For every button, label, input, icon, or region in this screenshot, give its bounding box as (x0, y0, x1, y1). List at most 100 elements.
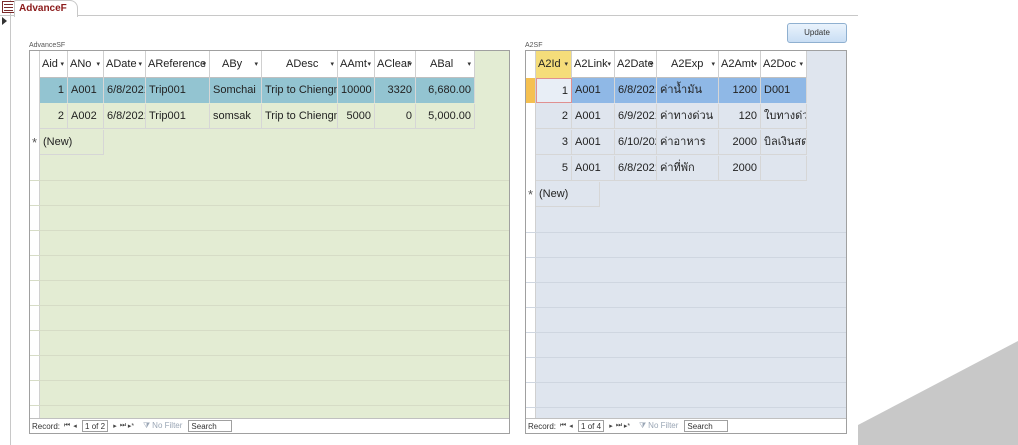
chevron-down-icon[interactable]: ▾ (330, 51, 334, 78)
cell-a2id[interactable]: 5 (536, 156, 572, 181)
cell-a2id[interactable]: 3 (536, 130, 572, 155)
update-button[interactable]: Update (787, 23, 847, 43)
cell-ano[interactable]: A002 (68, 104, 104, 129)
cell-abal[interactable]: 5,000.00 (416, 104, 475, 129)
table-row[interactable]: 3 A001 6/10/2021 ค่าอาหาร 2000 บิลเงินสด (526, 130, 807, 155)
cell-aid[interactable]: 2 (40, 104, 68, 129)
cell-aclear[interactable]: 0 (375, 104, 416, 129)
cell-areference[interactable]: Trip001 (146, 78, 210, 103)
column-header-adesc[interactable]: ADesc ▾ (262, 51, 338, 78)
cell-a2amt[interactable]: 2000 (719, 130, 761, 155)
cell-ano[interactable]: A001 (68, 78, 104, 103)
column-header-aamt[interactable]: AAmt ▾ (338, 51, 375, 78)
cell-aamt[interactable]: 5000 (338, 104, 375, 129)
cell-adate[interactable]: 6/8/2021 (104, 78, 146, 103)
cell-a2date[interactable]: 6/9/2021 (615, 104, 657, 129)
cell-adate[interactable]: 6/8/2021 (104, 104, 146, 129)
cell-a2id[interactable]: 2 (536, 104, 572, 129)
table-row[interactable]: 2 A001 6/9/2021 ค่าทางด่วน 120 ใบทางด่วน (526, 104, 807, 129)
table-row[interactable]: 2 A002 6/8/2021 Trip001 somsak Trip to C… (30, 104, 475, 129)
column-header-a2id[interactable]: A2Id ▾ (536, 51, 572, 78)
no-filter-indicator[interactable]: ⧩ No Filter (639, 421, 678, 431)
cell-aby[interactable]: Somchai (210, 78, 262, 103)
cell-a2link[interactable]: A001 (572, 78, 615, 103)
column-header-a2doc[interactable]: A2Doc ▾ (761, 51, 807, 78)
cell-adesc[interactable]: Trip to Chiengmai (262, 104, 338, 129)
cell-aclear[interactable]: 3320 (375, 78, 416, 103)
chevron-down-icon[interactable]: ▾ (467, 51, 471, 78)
column-header-a2amt[interactable]: A2Amt ▾ (719, 51, 761, 78)
column-header-aclear[interactable]: AClear ▾ (375, 51, 416, 78)
last-record-icon[interactable]: ⏭ (615, 422, 623, 430)
select-all-corner[interactable] (526, 51, 536, 78)
cell-a2exp[interactable]: ค่าน้ำมัน (657, 78, 719, 103)
new-record-label[interactable]: (New) (536, 182, 600, 207)
chevron-down-icon[interactable]: ▾ (60, 51, 64, 78)
record-position-field[interactable]: 1 of 2 (82, 420, 109, 432)
record-selector[interactable] (30, 78, 40, 103)
last-record-icon[interactable]: ⏭ (119, 422, 127, 430)
record-position-field[interactable]: 1 of 4 (578, 420, 605, 432)
chevron-down-icon[interactable]: ▾ (408, 51, 412, 78)
cell-a2amt[interactable]: 120 (719, 104, 761, 129)
chevron-down-icon[interactable]: ▾ (367, 51, 371, 78)
search-input[interactable]: Search (684, 420, 729, 432)
column-header-areference[interactable]: AReference ▾ (146, 51, 210, 78)
record-selector[interactable] (526, 130, 536, 155)
chevron-down-icon[interactable]: ▾ (138, 51, 142, 78)
new-record-icon[interactable]: ▸* (127, 422, 135, 430)
cell-a2doc[interactable]: บิลเงินสด (761, 130, 807, 155)
cell-a2id[interactable]: 1 (536, 78, 572, 103)
chevron-down-icon[interactable]: ▾ (202, 51, 206, 78)
chevron-down-icon[interactable]: ▾ (753, 51, 757, 78)
cell-abal[interactable]: 6,680.00 (416, 78, 475, 103)
no-filter-indicator[interactable]: ⧩ No Filter (143, 421, 182, 431)
first-record-icon[interactable]: ⏮ (63, 422, 71, 430)
cell-a2link[interactable]: A001 (572, 104, 615, 129)
chevron-down-icon[interactable]: ▾ (607, 51, 611, 78)
cell-aby[interactable]: somsak (210, 104, 262, 129)
column-header-ano[interactable]: ANo ▾ (68, 51, 104, 78)
column-header-aby[interactable]: ABy ▾ (210, 51, 262, 78)
cell-a2exp[interactable]: ค่าอาหาร (657, 130, 719, 155)
column-header-adate[interactable]: ADate ▾ (104, 51, 146, 78)
cell-aid[interactable]: 1 (40, 78, 68, 103)
cell-a2doc[interactable]: D001 (761, 78, 807, 103)
record-selector[interactable] (526, 104, 536, 129)
column-header-a2date[interactable]: A2Date ▾ (615, 51, 657, 78)
cell-a2doc[interactable] (761, 156, 807, 181)
next-record-icon[interactable]: ▸ (607, 422, 615, 430)
chevron-down-icon[interactable]: ▾ (254, 51, 258, 78)
column-header-a2link[interactable]: A2Link ▾ (572, 51, 615, 78)
new-record-icon[interactable]: ▸* (623, 422, 631, 430)
table-row[interactable]: 1 A001 6/8/2021 ค่าน้ำมัน 1200 D001 (526, 78, 807, 103)
chevron-down-icon[interactable]: ▾ (799, 51, 803, 78)
cell-areference[interactable]: Trip001 (146, 104, 210, 129)
previous-record-icon[interactable]: ◂ (71, 422, 79, 430)
column-header-a2exp[interactable]: A2Exp ▾ (657, 51, 719, 78)
new-record-label[interactable]: (New) (40, 130, 104, 155)
select-all-corner[interactable] (30, 51, 40, 78)
cell-a2link[interactable]: A001 (572, 130, 615, 155)
new-record-row[interactable]: * (New) (526, 182, 600, 207)
next-record-icon[interactable]: ▸ (111, 422, 119, 430)
cell-a2amt[interactable]: 1200 (719, 78, 761, 103)
cell-a2doc[interactable]: ใบทางด่วน (761, 104, 807, 129)
search-input[interactable]: Search (188, 420, 233, 432)
chevron-down-icon[interactable]: ▾ (649, 51, 653, 78)
cell-adesc[interactable]: Trip to Chiengmai (262, 78, 338, 103)
previous-record-icon[interactable]: ◂ (567, 422, 575, 430)
chevron-down-icon[interactable]: ▾ (711, 51, 715, 78)
cell-aamt[interactable]: 10000 (338, 78, 375, 103)
new-record-row[interactable]: * (New) (30, 130, 104, 155)
cell-a2date[interactable]: 6/8/2021 (615, 156, 657, 181)
cell-a2exp[interactable]: ค่าทางด่วน (657, 104, 719, 129)
column-header-aid[interactable]: Aid ▾ (40, 51, 68, 78)
record-selector[interactable] (526, 156, 536, 181)
chevron-down-icon[interactable]: ▾ (564, 51, 568, 78)
record-selector[interactable] (526, 78, 536, 103)
chevron-down-icon[interactable]: ▾ (96, 51, 100, 78)
first-record-icon[interactable]: ⏮ (559, 422, 567, 430)
cell-a2link[interactable]: A001 (572, 156, 615, 181)
cell-a2exp[interactable]: ค่าที่พัก (657, 156, 719, 181)
